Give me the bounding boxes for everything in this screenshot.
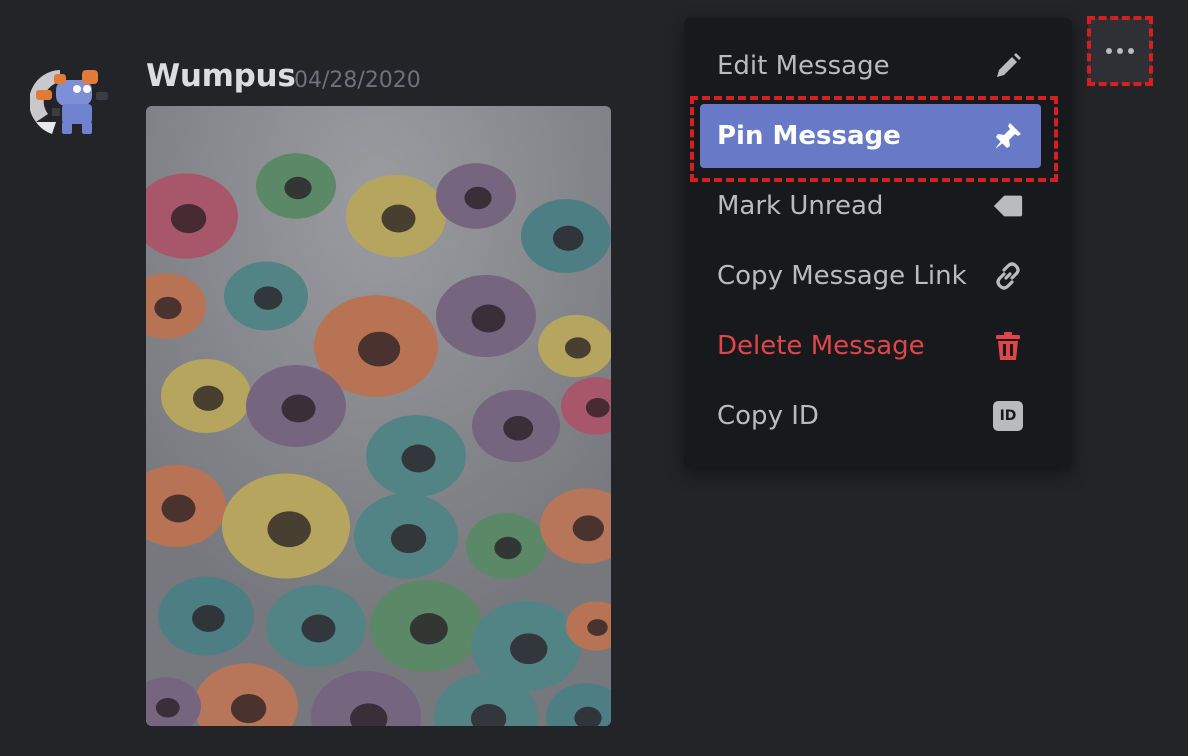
- trash-icon: [992, 330, 1024, 362]
- message-timestamp: 04/28/2020: [294, 68, 421, 93]
- menu-item-label: Delete Message: [717, 331, 925, 361]
- link-icon: [992, 260, 1024, 292]
- menu-item-delete-message[interactable]: Delete Message: [700, 314, 1041, 378]
- menu-item-label: Copy ID: [717, 401, 819, 431]
- message-context-menu: Edit Message Pin Message Mark Unread Cop…: [684, 18, 1072, 468]
- photo-dim-overlay: [146, 106, 611, 726]
- message-attachment-image[interactable]: [146, 106, 611, 726]
- cereal-photo: [146, 106, 611, 726]
- wumpus-avatar-icon: [28, 70, 108, 134]
- menu-item-copy-message-link[interactable]: Copy Message Link: [700, 244, 1041, 308]
- more-button-highlight: [1087, 16, 1153, 86]
- menu-item-mark-unread[interactable]: Mark Unread: [700, 174, 1041, 238]
- id-badge: ID: [993, 401, 1023, 431]
- pencil-icon: [992, 50, 1024, 82]
- tag-icon: [992, 190, 1024, 222]
- menu-item-label: Mark Unread: [717, 191, 884, 221]
- pin-message-highlight: [690, 96, 1058, 182]
- id-icon: ID: [992, 400, 1024, 432]
- message-author[interactable]: Wumpus: [146, 58, 296, 94]
- menu-item-label: Edit Message: [717, 51, 890, 81]
- menu-item-copy-id[interactable]: Copy ID ID: [700, 384, 1041, 448]
- menu-item-label: Copy Message Link: [717, 261, 967, 291]
- avatar[interactable]: [28, 64, 114, 136]
- menu-item-edit-message[interactable]: Edit Message: [700, 34, 1041, 98]
